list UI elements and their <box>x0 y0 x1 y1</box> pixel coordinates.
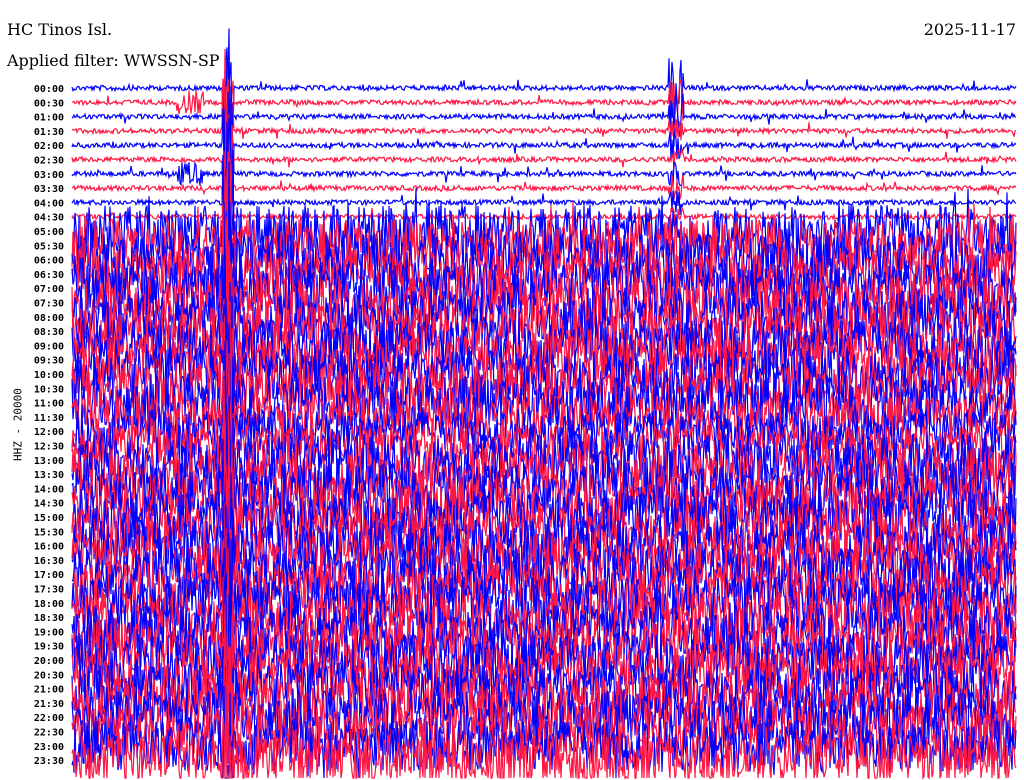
row-time-label: 16:00 <box>34 542 64 553</box>
row-time-label: 03:30 <box>34 184 64 195</box>
row-time-label: 11:00 <box>34 399 64 410</box>
row-time-label: 14:30 <box>34 499 64 510</box>
row-time-label: 02:30 <box>34 156 64 167</box>
row-time-label: 11:30 <box>34 413 64 424</box>
row-time-label: 19:00 <box>34 627 64 638</box>
row-time-label: 05:30 <box>34 241 64 252</box>
row-time-label: 06:30 <box>34 270 64 281</box>
y-axis-label: HHZ - 20000 <box>11 388 25 461</box>
row-time-label: 03:00 <box>34 170 64 181</box>
row-time-label: 01:00 <box>34 113 64 124</box>
row-time-label: 15:00 <box>34 513 64 524</box>
row-time-label: 07:00 <box>34 284 64 295</box>
row-time-label: 18:30 <box>34 613 64 624</box>
row-time-label: 20:00 <box>34 656 64 667</box>
row-time-label: 18:00 <box>34 599 64 610</box>
row-time-label: 17:00 <box>34 570 64 581</box>
row-time-label: 10:30 <box>34 384 64 395</box>
row-time-label: 09:30 <box>34 356 64 367</box>
row-time-label: 00:30 <box>34 98 64 109</box>
row-time-label: 23:00 <box>34 742 64 753</box>
row-time-label: 05:00 <box>34 227 64 238</box>
row-time-label: 21:30 <box>34 699 64 710</box>
helicorder-plot: 00:00 00:30 01:00 01:30 02:00 02:30 03:00 03:30… <box>34 28 1017 780</box>
row-time-label: 06:00 <box>34 256 64 267</box>
row-time-label: 17:30 <box>34 585 64 596</box>
row-time-label: 12:00 <box>34 427 64 438</box>
row-time-label: 23:30 <box>34 756 64 767</box>
row-time-label: 16:30 <box>34 556 64 567</box>
row-time-label: 01:30 <box>34 127 64 138</box>
row-time-label: 19:30 <box>34 642 64 653</box>
row-time-label: 08:00 <box>34 313 64 324</box>
row-time-label: 04:30 <box>34 213 64 224</box>
row-time-label: 15:30 <box>34 527 64 538</box>
row-time-label: 13:30 <box>34 470 64 481</box>
row-time-label: 09:00 <box>34 341 64 352</box>
row-time-label: 07:30 <box>34 299 64 310</box>
trace-row <box>71 28 1017 146</box>
row-time-label: 22:30 <box>34 728 64 739</box>
row-time-label: 21:00 <box>34 685 64 696</box>
row-time-label: 14:00 <box>34 484 64 495</box>
row-time-label: 08:30 <box>34 327 64 338</box>
trace-row <box>71 48 1017 155</box>
trace-row <box>71 58 1017 173</box>
row-time-label: 02:00 <box>34 141 64 152</box>
row-time-label: 04:00 <box>34 198 64 209</box>
row-time-label: 12:30 <box>34 442 64 453</box>
row-time-label: 10:00 <box>34 370 64 381</box>
row-time-label: 22:00 <box>34 713 64 724</box>
row-time-label: 20:30 <box>34 670 64 681</box>
row-time-label: 00:00 <box>34 84 64 95</box>
row-time-label: 13:00 <box>34 456 64 467</box>
